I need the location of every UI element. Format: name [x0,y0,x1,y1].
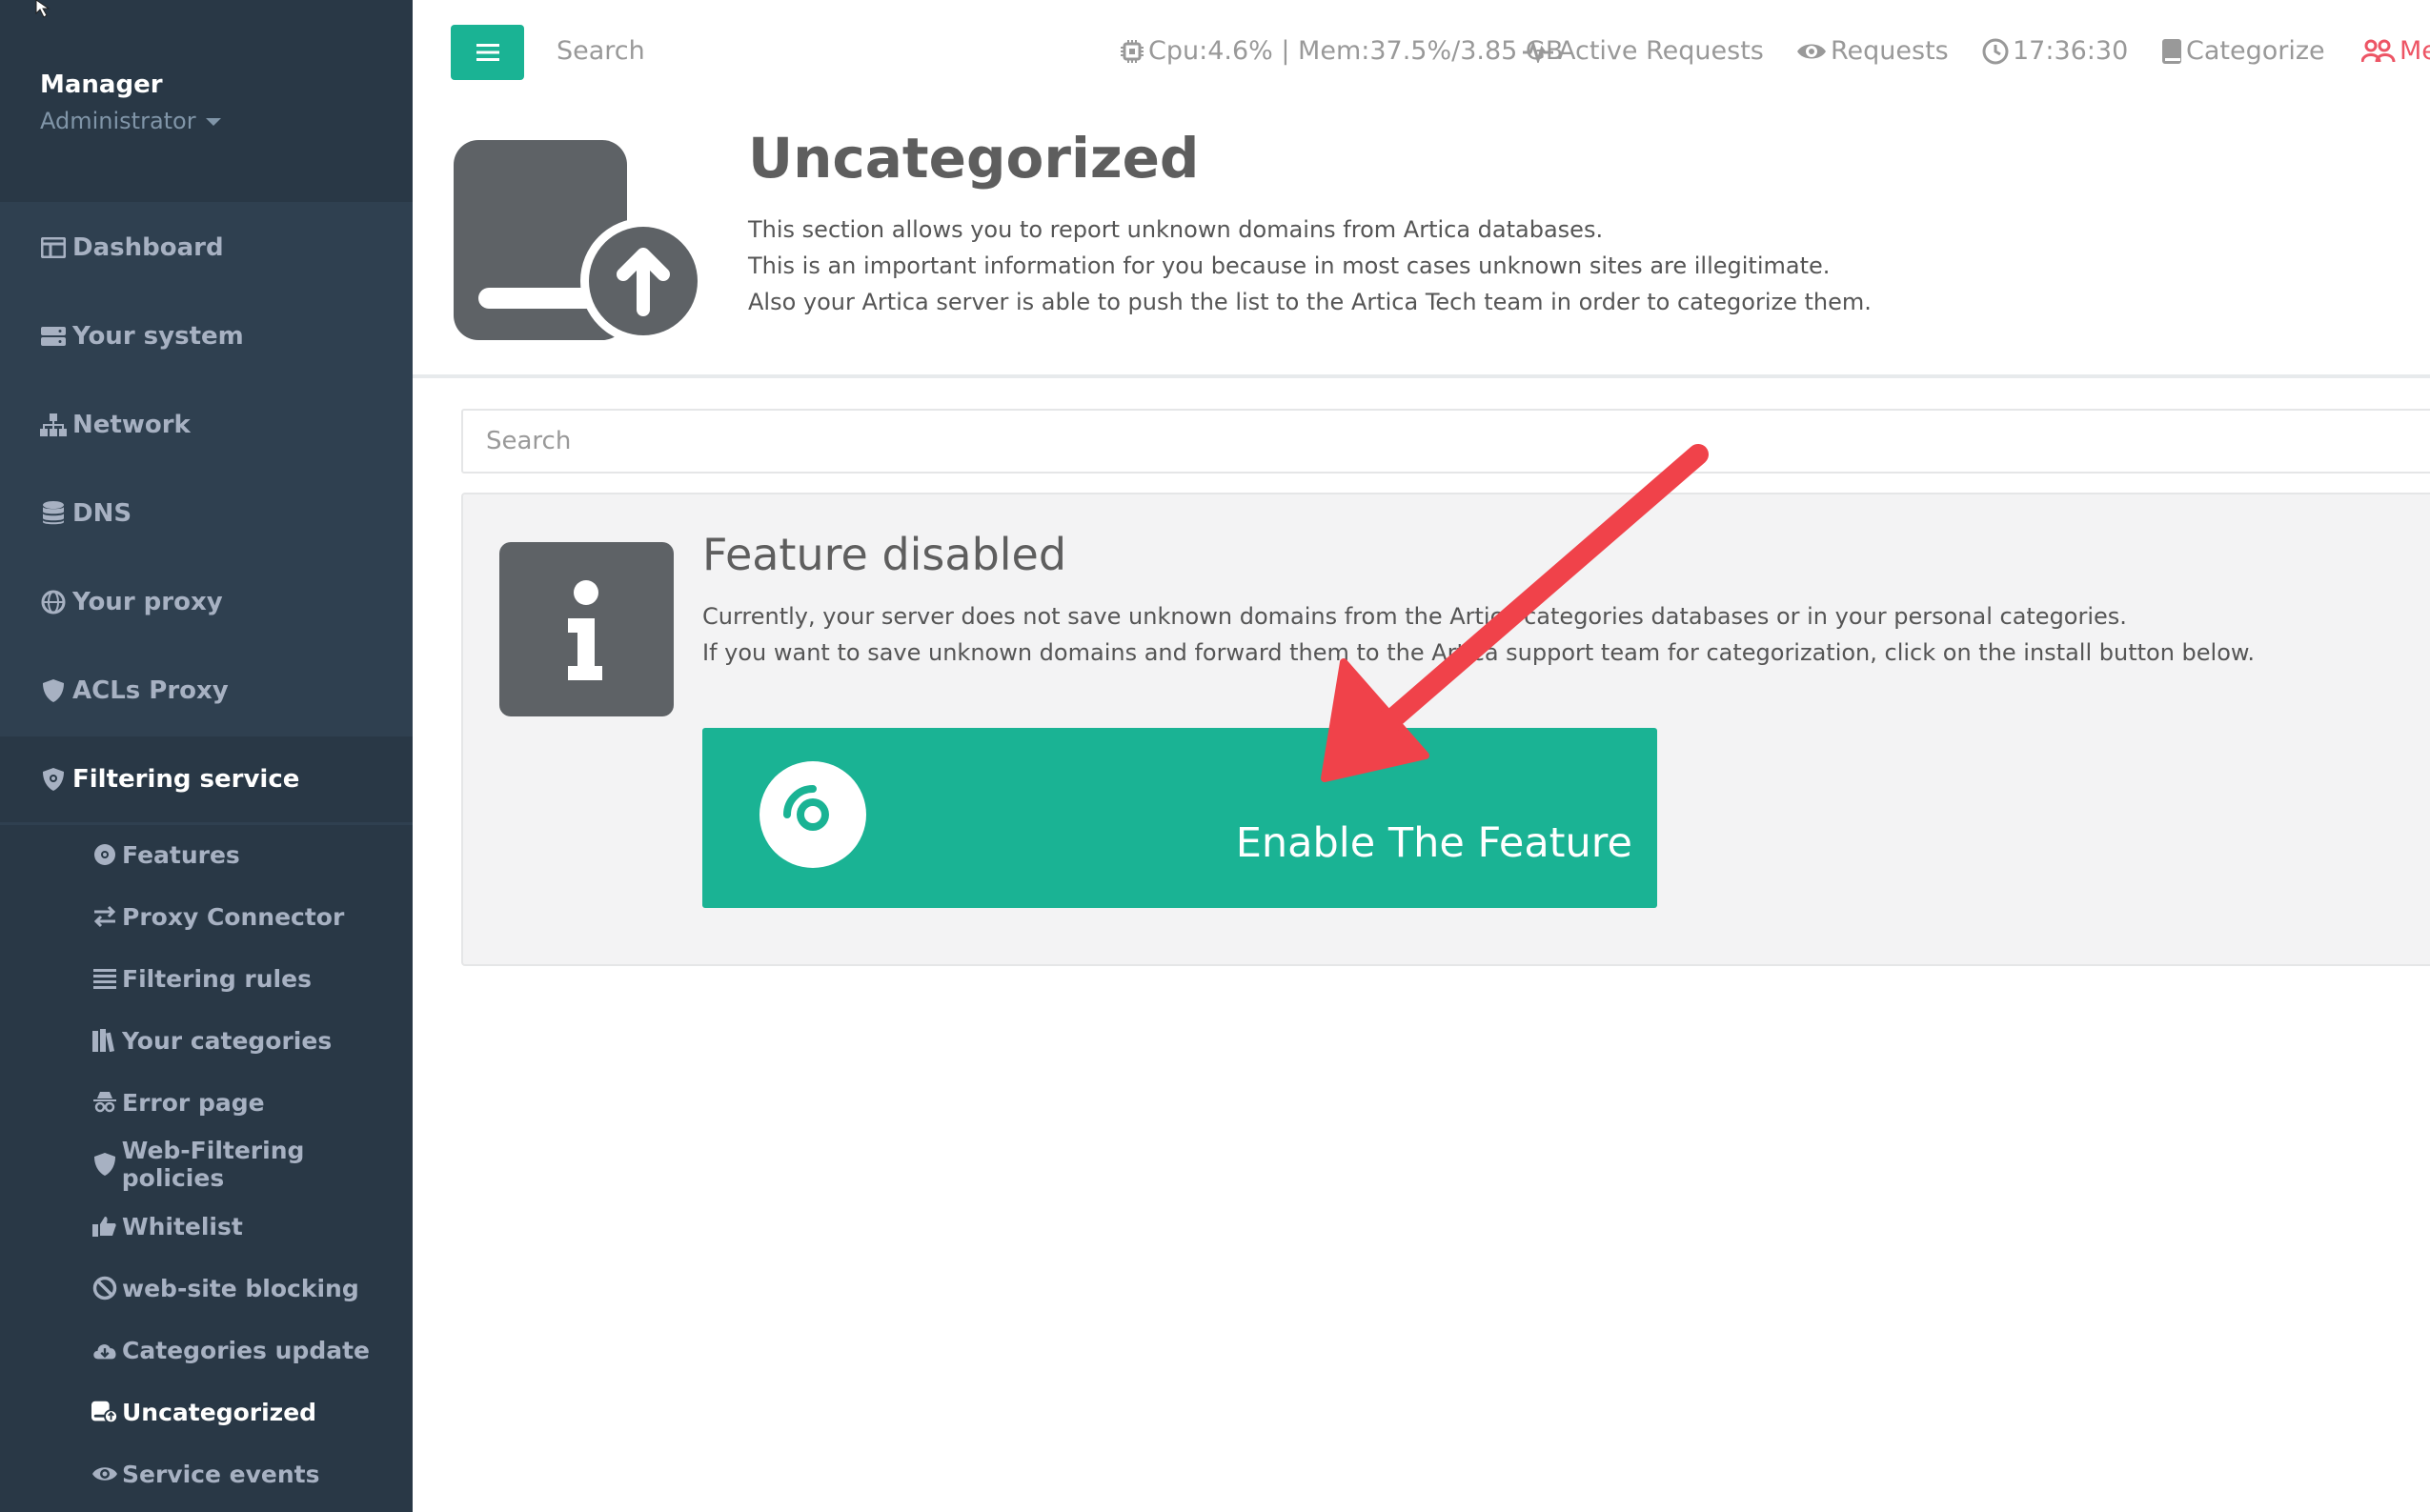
page-title: Uncategorized [748,126,1200,191]
dashboard-icon [40,234,67,261]
page-description: This section allows you to report unknow… [748,212,1872,320]
sub-label: Uncategorized [122,1398,317,1426]
sub-label: Error page [122,1088,265,1117]
sub-error-page[interactable]: Error page [0,1074,413,1131]
sub-label: Filtering rules [122,964,312,993]
sub-label: Proxy Connector [122,902,345,931]
spy-icon [91,1089,118,1116]
books-icon [91,1027,118,1054]
server-icon [40,323,67,350]
sub-label: Whitelist [122,1212,243,1240]
shield-icon [91,1151,118,1178]
members-label: Me [2400,36,2430,66]
sub-label: Service events [122,1460,320,1488]
categorize-label: Categorize [2186,36,2325,66]
enable-feature-label: Enable The Feature [1235,819,1632,867]
mouse-cursor-icon [35,0,51,18]
nav-label: DNS [72,499,132,528]
user-name: Manager [40,71,163,99]
stats-label: Cpu:4.6% | Mem:37.5%/3.85 GB [1148,36,1564,66]
sub-label: Features [122,840,240,869]
shield-icon [40,677,67,704]
page-description-line: Also your Artica server is able to push … [748,289,1872,315]
page-description-line: This is an important information for you… [748,252,1831,279]
header-divider [413,374,2430,378]
top-search-input[interactable]: Search [557,36,645,66]
users-icon [2361,39,2396,64]
nav-label: Network [72,411,191,439]
nav-acls-proxy[interactable]: ACLs Proxy [0,648,413,734]
enable-feature-button[interactable]: Enable The Feature [702,728,1657,908]
shield-gear-icon [40,766,67,793]
hamburger-icon [476,44,499,61]
nav-dashboard[interactable]: Dashboard [0,205,413,291]
nav-label: Your system [72,322,244,351]
sub-label: Categories update [122,1336,370,1364]
active-requests-label: Active Requests [1558,36,1764,66]
nav-your-proxy[interactable]: Your proxy [0,559,413,645]
sub-features[interactable]: Features [0,826,413,883]
page-description-line: This section allows you to report unknow… [748,216,1604,243]
sidebar: Manager Administrator Dashboard Your sys… [0,0,413,1512]
requests-link[interactable]: Requests [1796,36,1949,66]
heartbeat-icon [1522,39,1554,63]
sub-filtering-rules[interactable]: Filtering rules [0,950,413,1007]
requests-label: Requests [1831,36,1949,66]
drive-upload-icon [454,140,706,343]
network-icon [40,412,67,438]
sub-label: Your categories [122,1026,333,1055]
database-icon [40,500,67,527]
list-icon [91,965,118,992]
clock-display: 17:36:30 [1982,36,2128,66]
globe-icon [40,589,67,615]
feature-description-line: Currently, your server does not save unk… [702,603,2127,630]
caret-down-icon [205,118,221,126]
search-placeholder: Search [486,427,572,455]
sub-web-filtering-policies[interactable]: Web-Filtering policies [0,1136,413,1193]
user-role-label: Administrator [40,108,196,134]
content-search-input[interactable]: Search [461,409,2430,474]
sub-whitelist[interactable]: Whitelist [0,1198,413,1255]
sub-uncategorized[interactable]: Uncategorized [0,1383,413,1441]
thumbs-up-icon [91,1213,118,1240]
eye-icon [91,1461,118,1487]
eye-icon [1796,41,1827,62]
info-icon [499,542,674,716]
feature-title: Feature disabled [702,529,1067,580]
nav-filtering-service[interactable]: Filtering service [0,736,413,822]
nav-network[interactable]: Network [0,382,413,468]
nav-label: Filtering service [72,765,300,794]
sub-web-site-blocking[interactable]: web-site blocking [0,1260,413,1317]
disc-icon [91,841,118,868]
disc-icon [759,761,866,868]
sub-label: Web-Filtering policies [121,1137,305,1192]
feature-description: Currently, your server does not save unk… [702,598,2255,671]
nav-dns[interactable]: DNS [0,471,413,556]
sub-label: web-site blocking [122,1274,359,1302]
members-link[interactable]: Me [2361,36,2430,66]
drive-upload-icon [91,1399,118,1425]
menu-toggle-button[interactable] [451,25,524,80]
active-requests-link[interactable]: Active Requests [1522,36,1764,66]
cloud-download-icon [91,1337,118,1363]
book-icon [2161,38,2182,65]
sub-proxy-connector[interactable]: Proxy Connector [0,888,413,945]
sub-categories-update[interactable]: Categories update [0,1321,413,1379]
sidebar-profile: Manager Administrator [0,0,413,202]
cpu-chip-icon [1120,39,1144,64]
nav-label: ACLs Proxy [72,676,229,705]
categorize-link[interactable]: Categorize [2161,36,2325,66]
clock-icon [1982,38,2009,65]
sub-service-events[interactable]: Service events [0,1445,413,1502]
nav-label: Your proxy [72,588,223,616]
exchange-icon [91,903,118,930]
sub-your-categories[interactable]: Your categories [0,1012,413,1069]
user-role-dropdown[interactable]: Administrator [40,108,221,134]
nav-your-system[interactable]: Your system [0,293,413,379]
system-stats: Cpu:4.6% | Mem:37.5%/3.85 GB [1120,36,1563,66]
clock-label: 17:36:30 [2013,36,2129,66]
nav-label: Dashboard [72,233,224,262]
feature-description-line: If you want to save unknown domains and … [702,639,2255,666]
ban-icon [91,1275,118,1301]
